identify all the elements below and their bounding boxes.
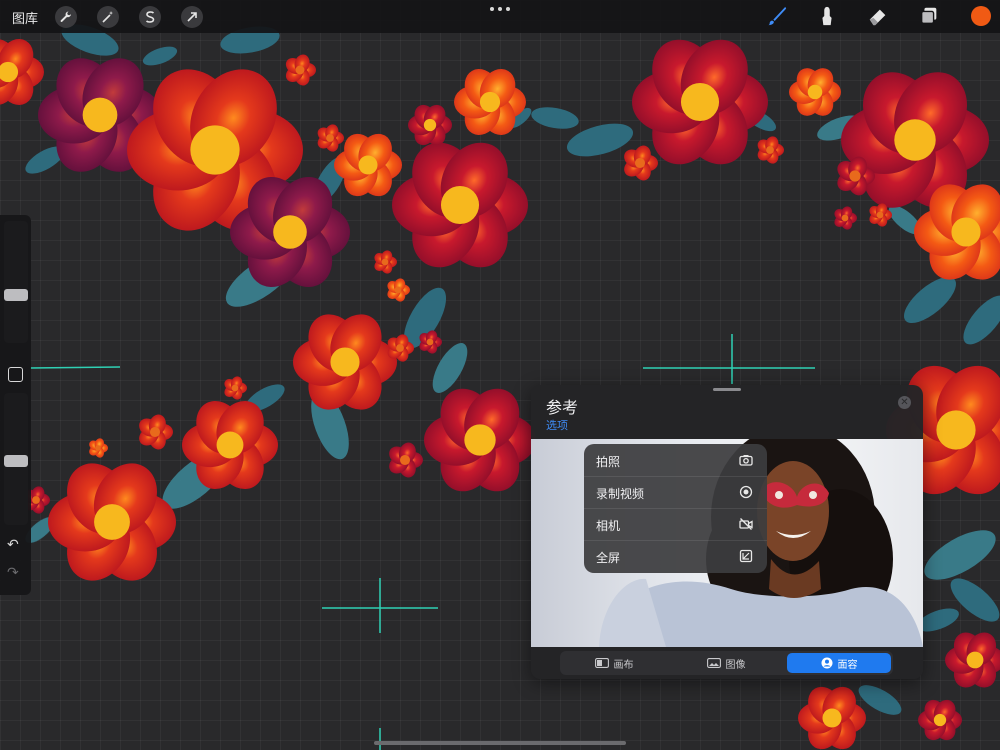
flower: [315, 123, 344, 154]
smudge-icon[interactable]: [816, 5, 838, 27]
panel-title: 参考: [546, 394, 578, 418]
selection-s-icon[interactable]: [139, 6, 161, 28]
magic-wand-icon[interactable]: [97, 6, 119, 28]
reference-panel: 参考 选项 ✕ 拍照 录制视频 相机 全屏 画布 图像 面容: [531, 385, 923, 679]
tab-label: 画布: [614, 656, 634, 671]
menu-item-fullscreen[interactable]: 全屏: [584, 540, 767, 572]
menu-item-label: 录制视频: [596, 485, 644, 502]
tab-image[interactable]: 图像: [674, 653, 778, 673]
flower: [293, 305, 397, 419]
opacity-slider[interactable]: [4, 393, 28, 525]
brush-size-handle[interactable]: [4, 289, 28, 301]
menu-item-record-video[interactable]: 录制视频: [584, 476, 767, 509]
drag-handle[interactable]: [713, 388, 741, 391]
image-icon: [707, 658, 721, 668]
flower: [392, 130, 528, 279]
modify-button[interactable]: [8, 367, 23, 382]
flower: [372, 249, 397, 275]
leaf: [956, 289, 1000, 351]
wrench-icon[interactable]: [55, 6, 77, 28]
redo-icon[interactable]: ↷: [7, 565, 19, 581]
flower: [222, 375, 247, 401]
fullscreen-icon: [739, 549, 753, 563]
flower: [918, 696, 962, 744]
menu-item-take-photo[interactable]: 拍照: [584, 444, 767, 477]
top-toolbar: 图库: [0, 0, 1000, 33]
flower: [755, 135, 784, 166]
close-icon[interactable]: ✕: [898, 396, 911, 409]
reference-mode-segment: 画布 图像 面容: [560, 651, 893, 675]
flower: [832, 205, 857, 231]
flower: [789, 64, 841, 121]
tab-canvas[interactable]: 画布: [562, 653, 666, 673]
face-options-menu: 拍照 录制视频 相机 全屏: [584, 444, 767, 573]
flower: [0, 33, 44, 112]
flower: [945, 627, 1000, 693]
flower: [48, 452, 176, 592]
flower: [283, 53, 316, 88]
eraser-icon[interactable]: [867, 5, 889, 27]
face-icon: [821, 657, 833, 669]
canvas-icon: [595, 658, 609, 668]
options-link[interactable]: 选项: [546, 417, 568, 433]
flower: [386, 440, 423, 479]
leaf: [140, 43, 179, 70]
menu-item-camera[interactable]: 相机: [584, 508, 767, 541]
home-indicator: [374, 741, 626, 745]
brush-icon[interactable]: [766, 5, 788, 27]
flower: [424, 379, 536, 502]
side-toolbar: ↶ ↷: [0, 215, 31, 595]
camera-off-icon: [739, 517, 753, 531]
undo-icon[interactable]: ↶: [7, 537, 19, 553]
arrow-transform-icon[interactable]: [181, 6, 203, 28]
menu-item-label: 拍照: [596, 453, 620, 470]
layers-icon[interactable]: [918, 5, 940, 27]
flower: [454, 63, 526, 142]
record-icon: [739, 485, 753, 499]
gallery-button[interactable]: 图库: [12, 8, 38, 27]
flower: [334, 128, 402, 203]
tab-label: 面容: [838, 656, 858, 671]
flower: [385, 277, 410, 303]
camera-icon: [739, 453, 753, 467]
opacity-handle[interactable]: [4, 455, 28, 467]
flower: [87, 437, 108, 459]
color-picker-button[interactable]: [971, 6, 991, 26]
menu-item-label: 全屏: [596, 549, 620, 566]
tab-face[interactable]: 面容: [787, 653, 891, 673]
flower: [798, 681, 866, 750]
flower: [632, 27, 768, 176]
flower: [136, 412, 173, 451]
leaf: [530, 104, 581, 132]
menu-item-label: 相机: [596, 517, 620, 534]
flower: [408, 101, 452, 149]
tab-label: 图像: [726, 656, 746, 671]
face-camera-preview: 拍照 录制视频 相机 全屏: [531, 439, 923, 647]
flower: [621, 143, 658, 182]
more-options-icon[interactable]: [490, 2, 510, 16]
brush-size-slider[interactable]: [4, 221, 28, 343]
